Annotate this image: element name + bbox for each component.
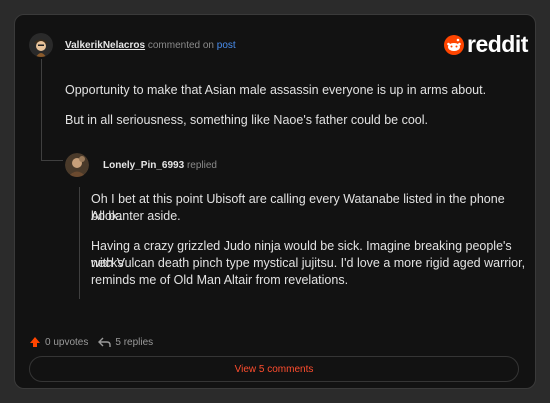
comment-card: ValkerikNelacros commented on post reddi… — [14, 14, 536, 389]
comment-paragraph: But in all seriousness, something like N… — [65, 113, 429, 127]
comment-footer: 0 upvotes 5 replies — [29, 336, 163, 348]
comment-header: ValkerikNelacros commented on post — [65, 40, 236, 51]
reply-action: replied — [186, 160, 217, 171]
reply-thread-line — [79, 187, 80, 299]
reply-header: Lonely_Pin_6993 replied — [103, 160, 217, 171]
reply-line: with Vulcan death pinch type mystical ju… — [91, 256, 526, 270]
thread-branch — [41, 160, 63, 161]
avatar[interactable] — [65, 153, 89, 177]
avatar-photo-icon — [65, 153, 89, 177]
reply-line: reminds me of Old Man Altair from revela… — [91, 273, 349, 287]
comment-action: commented on — [147, 40, 214, 51]
reply-arrow-icon[interactable] — [98, 336, 112, 348]
reddit-logo[interactable]: reddit — [444, 31, 528, 58]
upvote-arrow-icon[interactable] — [29, 336, 41, 348]
reddit-wordmark: reddit — [467, 31, 528, 57]
reply-count[interactable]: 5 replies — [115, 337, 153, 348]
upvote-count: 0 upvotes — [45, 336, 89, 348]
post-link[interactable]: post — [217, 40, 236, 51]
avatar-pirate-icon — [29, 33, 53, 57]
comment-paragraph: Opportunity to make that Asian male assa… — [65, 83, 487, 97]
view-comments-button[interactable]: View 5 comments — [29, 356, 519, 382]
avatar[interactable] — [29, 33, 53, 57]
reddit-snoo-icon — [444, 34, 464, 55]
reply-line: All banter aside. — [91, 209, 181, 223]
reply-author[interactable]: Lonely_Pin_6993 — [103, 160, 184, 171]
thread-line — [41, 59, 42, 160]
comment-author[interactable]: ValkerikNelacros — [65, 40, 145, 51]
